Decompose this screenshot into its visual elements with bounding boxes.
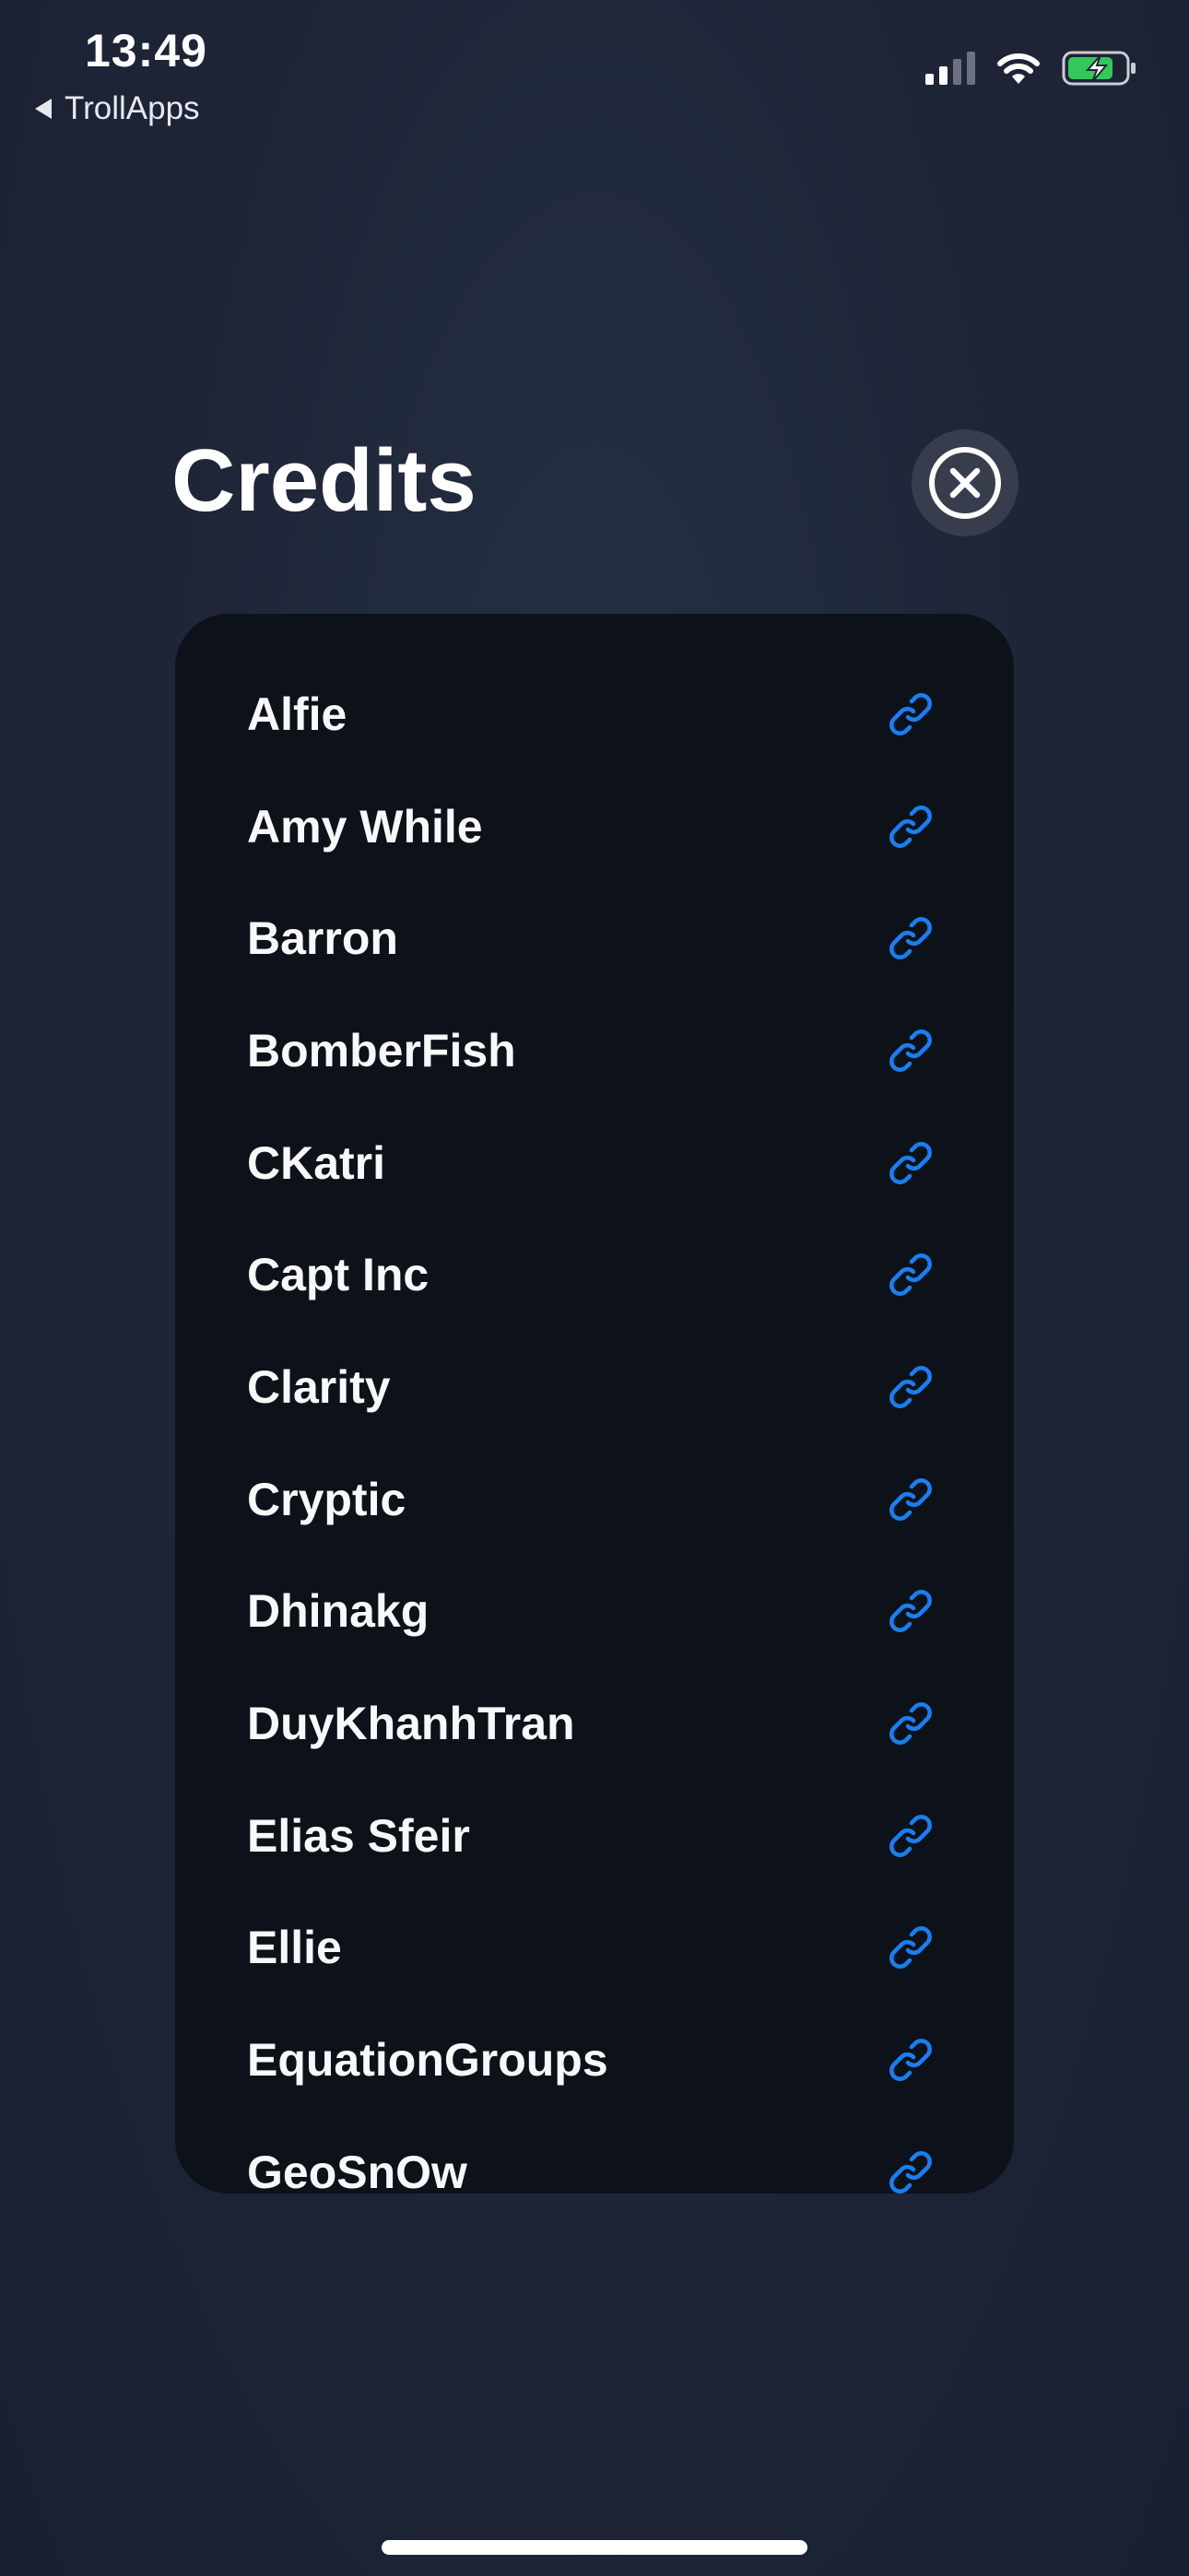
- link-icon[interactable]: [883, 1359, 938, 1415]
- credit-row[interactable]: DuyKhanhTran: [175, 1667, 1014, 1780]
- credit-name: Clarity: [247, 1360, 391, 1413]
- back-arrow-icon: [35, 99, 52, 119]
- link-icon[interactable]: [883, 1247, 938, 1302]
- credit-row[interactable]: Amy While: [175, 770, 1014, 883]
- link-icon[interactable]: [883, 1808, 938, 1864]
- credit-name: GeoSnOw: [247, 2146, 467, 2194]
- home-indicator[interactable]: [382, 2540, 807, 2555]
- battery-charging-icon: [1062, 51, 1136, 86]
- credit-row[interactable]: Barron: [175, 882, 1014, 994]
- credit-name: CKatri: [247, 1136, 386, 1189]
- credit-name: Ellie: [247, 1922, 342, 1974]
- back-to-app-button[interactable]: TrollApps: [35, 90, 200, 127]
- status-time: 13:49: [85, 25, 207, 76]
- credit-row[interactable]: Capt Inc: [175, 1218, 1014, 1331]
- link-icon[interactable]: [883, 1583, 938, 1639]
- credit-row[interactable]: Dhinakg: [175, 1556, 1014, 1668]
- wifi-icon: [997, 53, 1040, 84]
- link-icon[interactable]: [883, 1696, 938, 1751]
- credits-list-card[interactable]: Alfie Amy While Barron BomberFish CKatri…: [175, 614, 1014, 2194]
- credit-row[interactable]: GeoSnOw: [175, 2116, 1014, 2194]
- link-icon[interactable]: [883, 2032, 938, 2088]
- credits-list: Alfie Amy While Barron BomberFish CKatri…: [175, 658, 1014, 2194]
- credit-name: Amy While: [247, 800, 483, 853]
- link-icon[interactable]: [883, 1920, 938, 1975]
- credit-name: BomberFish: [247, 1024, 516, 1076]
- close-button[interactable]: [912, 429, 1018, 536]
- link-icon[interactable]: [883, 1472, 938, 1527]
- cellular-signal-icon: [925, 52, 975, 85]
- credit-name: Elias Sfeir: [247, 1809, 470, 1862]
- credit-row[interactable]: CKatri: [175, 1107, 1014, 1219]
- credit-name: Cryptic: [247, 1473, 406, 1525]
- credit-row[interactable]: Alfie: [175, 658, 1014, 770]
- credit-row[interactable]: BomberFish: [175, 994, 1014, 1107]
- credit-row[interactable]: Elias Sfeir: [175, 1780, 1014, 1892]
- credit-name: Capt Inc: [247, 1249, 430, 1301]
- credit-name: EquationGroups: [247, 2034, 608, 2087]
- credit-name: Barron: [247, 912, 398, 965]
- status-indicators: [925, 50, 1139, 87]
- page-title: Credits: [171, 431, 477, 530]
- link-icon[interactable]: [883, 1023, 938, 1078]
- link-icon[interactable]: [883, 687, 938, 742]
- link-icon[interactable]: [883, 2145, 938, 2194]
- link-icon[interactable]: [883, 1135, 938, 1191]
- credit-row[interactable]: Ellie: [175, 1892, 1014, 2005]
- link-icon[interactable]: [883, 911, 938, 966]
- credit-name: Dhinakg: [247, 1585, 430, 1638]
- credit-name: DuyKhanhTran: [247, 1698, 575, 1750]
- credit-row[interactable]: Cryptic: [175, 1443, 1014, 1556]
- credit-name: Alfie: [247, 688, 347, 740]
- credit-row[interactable]: EquationGroups: [175, 2004, 1014, 2116]
- link-icon[interactable]: [883, 799, 938, 854]
- screen: 13:49 TrollApps Credits Alfie Amy While …: [0, 0, 1189, 2576]
- back-app-label: TrollApps: [65, 90, 200, 126]
- credit-row[interactable]: Clarity: [175, 1331, 1014, 1443]
- close-icon: [929, 447, 1001, 519]
